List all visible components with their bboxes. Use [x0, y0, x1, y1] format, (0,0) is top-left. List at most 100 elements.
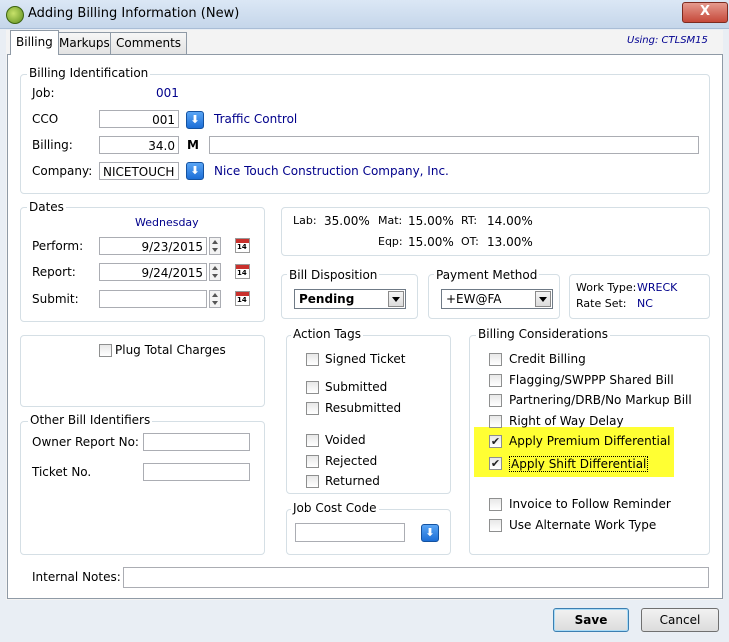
returned-label: Returned: [325, 474, 380, 488]
rejected-checkbox[interactable]: [306, 455, 319, 468]
internal-notes-field[interactable]: [123, 567, 709, 588]
company-field[interactable]: NICETOUCH: [99, 162, 179, 180]
cco-lookup-icon[interactable]: ⬇: [186, 111, 204, 129]
cco-field[interactable]: 001: [99, 110, 179, 128]
job-cost-code-field[interactable]: [295, 523, 405, 542]
perform-date-spinner[interactable]: [209, 237, 221, 255]
chevron-down-icon[interactable]: [388, 291, 404, 307]
partnering-no-markup-label: Partnering/DRB/No Markup Bill: [509, 393, 692, 407]
bill-disposition-title: Bill Disposition: [287, 268, 380, 282]
bill-disposition-value: Pending: [299, 292, 355, 306]
company-description: Nice Touch Construction Company, Inc.: [214, 164, 449, 178]
ticket-no-field[interactable]: [143, 463, 250, 481]
returned-checkbox[interactable]: [306, 475, 319, 488]
tab-comments[interactable]: Comments: [110, 32, 188, 54]
payment-method-value: +EW@FA: [446, 292, 502, 306]
right-of-way-delay-label: Right of Way Delay: [509, 414, 624, 428]
payment-method-title: Payment Method: [434, 268, 540, 282]
submitted-checkbox[interactable]: [306, 381, 319, 394]
tab-billing[interactable]: Billing: [10, 30, 59, 55]
resubmitted-label: Resubmitted: [325, 401, 402, 415]
eqp-label: Eqp:: [378, 235, 403, 248]
perform-label: Perform:: [32, 239, 84, 253]
flagging-shared-bill-label: Flagging/SWPPP Shared Bill: [509, 373, 674, 387]
voided-label: Voided: [325, 433, 366, 447]
plug-total-label: Plug Total Charges: [115, 343, 226, 357]
job-value: 001: [156, 86, 179, 100]
submit-label: Submit:: [32, 292, 79, 306]
invoice-reminder-label: Invoice to Follow Reminder: [509, 497, 671, 511]
right-of-way-delay-checkbox[interactable]: [489, 415, 502, 428]
rate-set-value: NC: [637, 297, 653, 310]
work-type-value: WRECK: [637, 281, 678, 294]
owner-report-field[interactable]: [143, 433, 250, 451]
shift-differential-checkbox[interactable]: ✔: [489, 457, 502, 470]
job-label: Job:: [32, 86, 55, 100]
premium-differential-checkbox[interactable]: ✔: [489, 435, 502, 448]
report-calendar-icon[interactable]: 14: [235, 264, 250, 279]
cancel-button[interactable]: Cancel: [641, 608, 719, 632]
app-icon: [6, 6, 24, 24]
flagging-shared-bill-checkbox[interactable]: [489, 374, 502, 387]
report-date-spinner[interactable]: [209, 263, 221, 281]
owner-report-label: Owner Report No:: [32, 435, 139, 449]
lab-label: Lab:: [293, 214, 317, 227]
alternate-work-type-label: Use Alternate Work Type: [509, 518, 657, 532]
shift-differential-label: Apply Shift Differential: [509, 456, 649, 472]
perform-calendar-icon[interactable]: 14: [235, 238, 250, 253]
billing-label: Billing:: [32, 138, 73, 152]
voided-checkbox[interactable]: [306, 434, 319, 447]
mat-label: Mat:: [378, 214, 403, 227]
partnering-no-markup-checkbox[interactable]: [489, 394, 502, 407]
signed-ticket-checkbox[interactable]: [306, 353, 319, 366]
lab-value: 35.00%: [324, 214, 370, 228]
other-identifiers-title: Other Bill Identifiers: [28, 413, 153, 427]
work-type-label: Work Type:: [576, 281, 637, 294]
bill-disposition-select[interactable]: Pending: [294, 289, 406, 309]
title-bar: Adding Billing Information (New) X: [0, 0, 729, 29]
company-lookup-icon[interactable]: ⬇: [186, 162, 204, 180]
billing-amount-field[interactable]: 34.0: [99, 136, 179, 154]
billing-unit: M: [187, 138, 199, 152]
payment-method-select[interactable]: +EW@FA: [441, 289, 553, 309]
chevron-down-icon[interactable]: [535, 291, 551, 307]
close-button[interactable]: X: [682, 2, 728, 23]
credit-billing-label: Credit Billing: [509, 352, 586, 366]
perform-date-field[interactable]: 9/23/2015: [99, 237, 207, 255]
rt-value: 14.00%: [487, 214, 533, 228]
ticket-no-label: Ticket No.: [32, 465, 92, 479]
billing-considerations-title: Billing Considerations: [476, 327, 611, 341]
submit-date-spinner[interactable]: [209, 290, 221, 308]
credit-billing-checkbox[interactable]: [489, 353, 502, 366]
ot-label: OT:: [461, 235, 479, 248]
ot-value: 13.00%: [487, 235, 533, 249]
tab-markups[interactable]: Markups: [53, 32, 116, 54]
cco-description: Traffic Control: [214, 112, 298, 126]
rejected-label: Rejected: [325, 454, 378, 468]
submit-calendar-icon[interactable]: 14: [235, 291, 250, 306]
day-name: Wednesday: [135, 216, 199, 229]
billing-identification-title: Billing Identification: [27, 66, 151, 80]
cco-label: CCO: [32, 112, 59, 126]
company-label: Company:: [32, 164, 93, 178]
mat-value: 15.00%: [408, 214, 454, 228]
resubmitted-checkbox[interactable]: [306, 402, 319, 415]
dates-title: Dates: [27, 200, 66, 214]
submit-date-field[interactable]: [99, 290, 207, 308]
alternate-work-type-checkbox[interactable]: [489, 519, 502, 532]
premium-differential-label: Apply Premium Differential: [509, 434, 671, 448]
report-label: Report:: [32, 265, 76, 279]
job-cost-code-title: Job Cost Code: [291, 501, 379, 515]
billing-description-field[interactable]: [209, 136, 699, 154]
action-tags-title: Action Tags: [291, 327, 363, 341]
job-cost-code-lookup-icon[interactable]: ⬇: [421, 524, 439, 542]
signed-ticket-label: Signed Ticket: [325, 352, 406, 366]
window-title: Adding Billing Information (New): [28, 6, 240, 21]
plug-total-checkbox[interactable]: [99, 344, 112, 357]
using-label: Using: CTLSM15: [627, 35, 708, 46]
rate-set-label: Rate Set:: [576, 297, 627, 310]
invoice-reminder-checkbox[interactable]: [489, 498, 502, 511]
save-button[interactable]: Save: [553, 608, 629, 632]
report-date-field[interactable]: 9/24/2015: [99, 263, 207, 281]
submitted-label: Submitted: [325, 380, 388, 394]
